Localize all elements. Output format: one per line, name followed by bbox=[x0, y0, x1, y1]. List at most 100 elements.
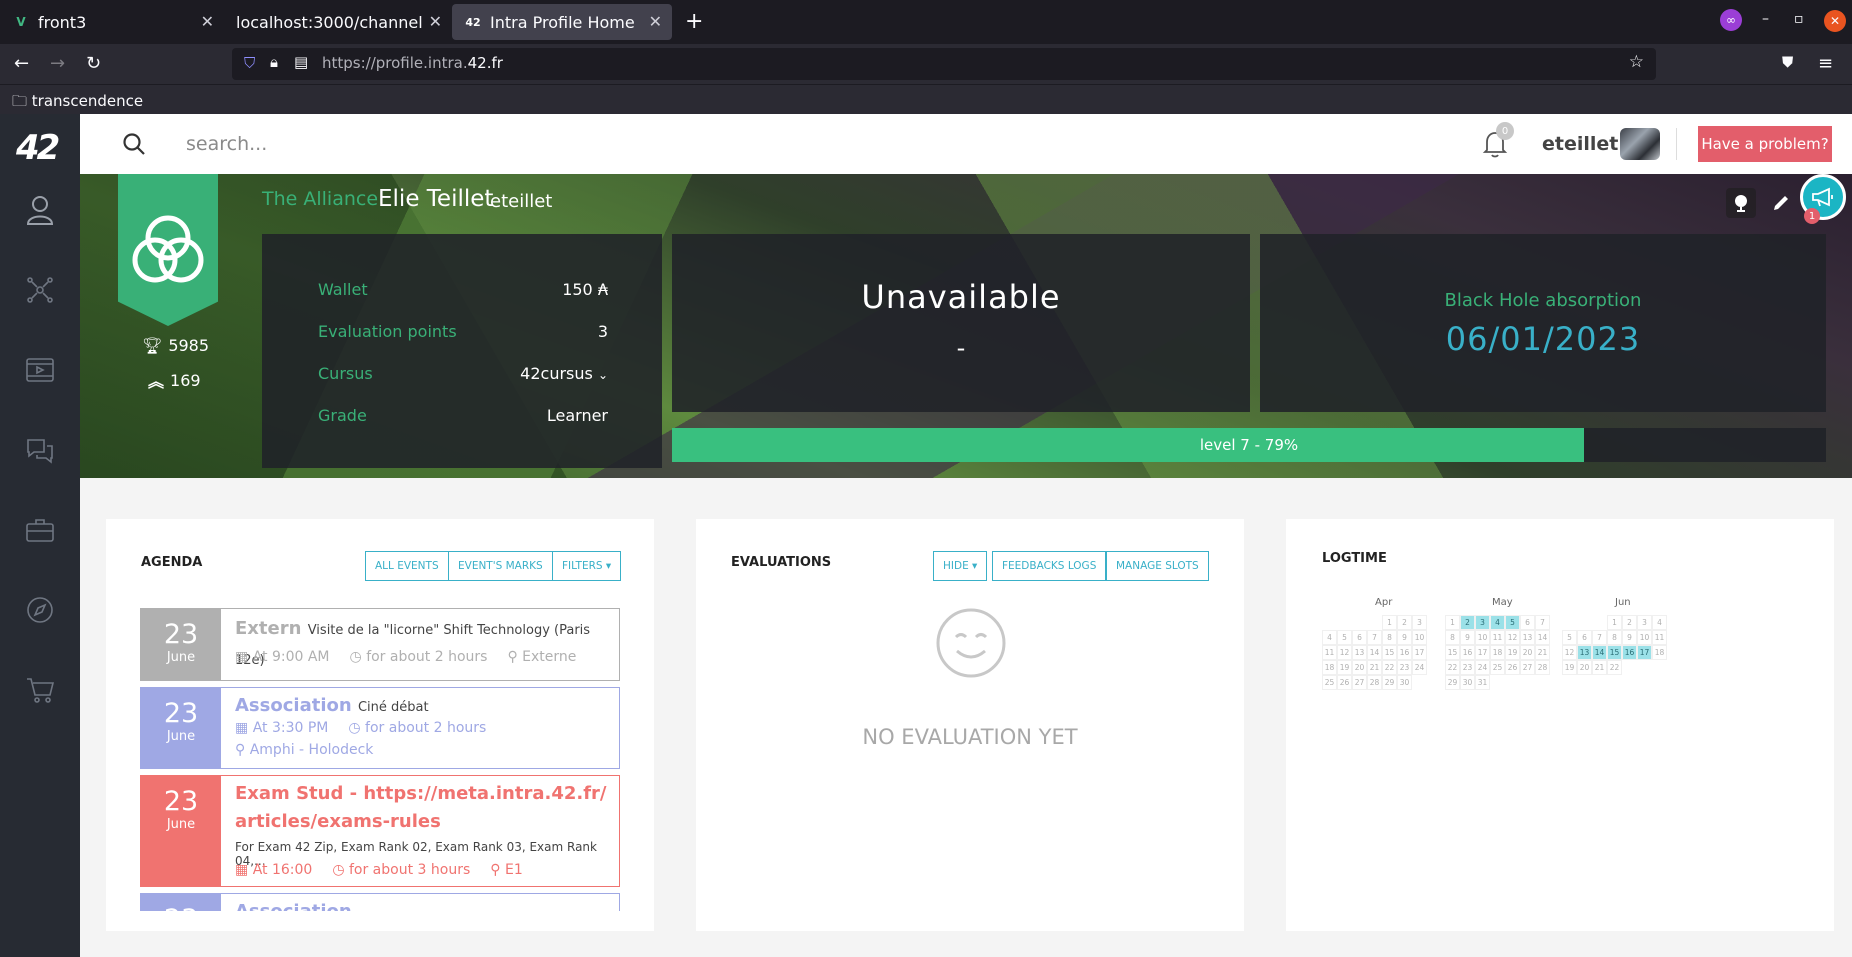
forward-icon[interactable]: → bbox=[50, 53, 65, 74]
browser-tab[interactable]: V front3 ✕ bbox=[0, 4, 224, 40]
logtime-day[interactable]: 5 bbox=[1562, 630, 1577, 645]
logtime-day[interactable]: 18 bbox=[1490, 645, 1505, 660]
logtime-day[interactable]: 29 bbox=[1382, 675, 1397, 690]
logtime-day[interactable]: 16 bbox=[1622, 645, 1637, 660]
agenda-event[interactable]: 23 June Extern Visite de la "licorne" Shi… bbox=[140, 608, 620, 681]
shop-cart-icon[interactable] bbox=[24, 674, 56, 706]
network-icon[interactable] bbox=[24, 274, 56, 306]
filters-button[interactable]: FILTERS ▾ bbox=[552, 551, 622, 581]
back-icon[interactable]: ← bbox=[14, 53, 29, 74]
agenda-event[interactable]: 23 June Exam Stud - https://meta.intra.42… bbox=[140, 775, 620, 887]
logtime-day[interactable]: 30 bbox=[1397, 675, 1412, 690]
close-icon[interactable]: ✕ bbox=[649, 12, 662, 31]
logtime-day[interactable]: 14 bbox=[1367, 645, 1382, 660]
logtime-day[interactable]: 26 bbox=[1337, 675, 1352, 690]
cursus-select[interactable]: 42cursus ⌄ bbox=[520, 364, 608, 383]
logtime-day[interactable]: 1 bbox=[1607, 615, 1622, 630]
username[interactable]: eteillet bbox=[1542, 133, 1618, 155]
logtime-day[interactable]: 22 bbox=[1382, 660, 1397, 675]
logtime-day[interactable]: 8 bbox=[1382, 630, 1397, 645]
logtime-day[interactable]: 12 bbox=[1337, 645, 1352, 660]
close-window-icon[interactable]: ✕ bbox=[1824, 10, 1846, 32]
logtime-day[interactable]: 27 bbox=[1520, 660, 1535, 675]
have-a-problem-button[interactable]: Have a problem? bbox=[1698, 126, 1832, 162]
logtime-day[interactable]: 15 bbox=[1445, 645, 1460, 660]
logtime-day[interactable]: 31 bbox=[1475, 675, 1490, 690]
logtime-day[interactable]: 13 bbox=[1520, 630, 1535, 645]
logtime-day[interactable]: 13 bbox=[1352, 645, 1367, 660]
feedbacks-logs-button[interactable]: FEEDBACKS LOGS bbox=[992, 551, 1107, 581]
chat-icon[interactable] bbox=[24, 434, 56, 466]
logtime-day[interactable]: 12 bbox=[1562, 645, 1577, 660]
logtime-day[interactable]: 7 bbox=[1367, 630, 1382, 645]
logtime-day[interactable]: 5 bbox=[1505, 615, 1520, 630]
logtime-day[interactable]: 20 bbox=[1352, 660, 1367, 675]
briefcase-icon[interactable] bbox=[24, 514, 56, 546]
logtime-day[interactable]: 4 bbox=[1490, 615, 1505, 630]
logtime-day[interactable]: 18 bbox=[1652, 645, 1667, 660]
logtime-day[interactable]: 2 bbox=[1397, 615, 1412, 630]
logtime-day[interactable]: 1 bbox=[1445, 615, 1460, 630]
logtime-day[interactable]: 17 bbox=[1475, 645, 1490, 660]
events-marks-button[interactable]: EVENT'S MARKS bbox=[448, 551, 553, 581]
logtime-day[interactable]: 15 bbox=[1382, 645, 1397, 660]
avatar[interactable] bbox=[1620, 128, 1660, 160]
url-bar[interactable]: ⛉ 🔒︎ ▤ https://profile.intra.42.fr ☆ bbox=[232, 48, 1656, 80]
logtime-day[interactable]: 16 bbox=[1397, 645, 1412, 660]
globe-icon[interactable] bbox=[1726, 188, 1756, 218]
logtime-day[interactable]: 22 bbox=[1445, 660, 1460, 675]
browser-tab-active[interactable]: 42 Intra Profile Home ✕ bbox=[452, 4, 672, 40]
logtime-day[interactable]: 4 bbox=[1322, 630, 1337, 645]
new-tab-icon[interactable]: + bbox=[685, 9, 703, 34]
logtime-day[interactable]: 14 bbox=[1535, 630, 1550, 645]
logtime-day[interactable]: 3 bbox=[1412, 615, 1427, 630]
logtime-day[interactable]: 25 bbox=[1490, 660, 1505, 675]
logtime-day[interactable]: 21 bbox=[1367, 660, 1382, 675]
logtime-day[interactable]: 6 bbox=[1352, 630, 1367, 645]
logtime-day[interactable]: 23 bbox=[1397, 660, 1412, 675]
manage-slots-button[interactable]: MANAGE SLOTS bbox=[1106, 551, 1209, 581]
logtime-day[interactable]: 19 bbox=[1505, 645, 1520, 660]
search-icon[interactable] bbox=[122, 132, 146, 160]
logtime-day[interactable]: 9 bbox=[1622, 630, 1637, 645]
logtime-day[interactable]: 22 bbox=[1607, 660, 1622, 675]
all-events-button[interactable]: ALL EVENTS bbox=[365, 551, 449, 581]
bookmark-folder[interactable]: 🗀︎ transcendence bbox=[12, 91, 143, 116]
logtime-day[interactable]: 11 bbox=[1652, 630, 1667, 645]
logtime-day[interactable]: 4 bbox=[1652, 615, 1667, 630]
logtime-day[interactable]: 10 bbox=[1637, 630, 1652, 645]
logtime-day[interactable]: 25 bbox=[1322, 675, 1337, 690]
logtime-day[interactable]: 10 bbox=[1475, 630, 1490, 645]
logtime-day[interactable]: 18 bbox=[1322, 660, 1337, 675]
logtime-day[interactable]: 6 bbox=[1577, 630, 1592, 645]
logtime-day[interactable]: 2 bbox=[1460, 615, 1475, 630]
logtime-day[interactable]: 24 bbox=[1475, 660, 1490, 675]
minimize-icon[interactable]: – bbox=[1762, 11, 1769, 27]
logtime-day[interactable]: 30 bbox=[1460, 675, 1475, 690]
bookmark-star-icon[interactable]: ☆ bbox=[1629, 52, 1644, 72]
logtime-day[interactable]: 27 bbox=[1352, 675, 1367, 690]
logtime-day[interactable]: 3 bbox=[1475, 615, 1490, 630]
logtime-day[interactable]: 14 bbox=[1592, 645, 1607, 660]
logtime-day[interactable]: 19 bbox=[1337, 660, 1352, 675]
menu-icon[interactable]: ≡ bbox=[1818, 53, 1833, 74]
profile-icon[interactable] bbox=[24, 194, 56, 226]
logtime-day[interactable]: 6 bbox=[1520, 615, 1535, 630]
maximize-icon[interactable]: ▫ bbox=[1794, 11, 1804, 27]
logtime-day[interactable]: 8 bbox=[1445, 630, 1460, 645]
coalition-name[interactable]: The Alliance bbox=[262, 188, 378, 210]
close-icon[interactable]: ✕ bbox=[201, 12, 214, 31]
compass-icon[interactable] bbox=[24, 594, 56, 626]
logtime-day[interactable]: 26 bbox=[1505, 660, 1520, 675]
agenda-event[interactable]: 23 Association bbox=[140, 893, 620, 911]
logtime-day[interactable]: 10 bbox=[1412, 630, 1427, 645]
logtime-day[interactable]: 3 bbox=[1637, 615, 1652, 630]
hide-button[interactable]: HIDE ▾ bbox=[933, 551, 988, 581]
logtime-day[interactable]: 9 bbox=[1397, 630, 1412, 645]
logtime-day[interactable]: 20 bbox=[1577, 660, 1592, 675]
logtime-day[interactable]: 8 bbox=[1607, 630, 1622, 645]
logtime-day[interactable]: 5 bbox=[1337, 630, 1352, 645]
logtime-day[interactable]: 11 bbox=[1322, 645, 1337, 660]
logtime-day[interactable]: 2 bbox=[1622, 615, 1637, 630]
logtime-day[interactable]: 7 bbox=[1535, 615, 1550, 630]
